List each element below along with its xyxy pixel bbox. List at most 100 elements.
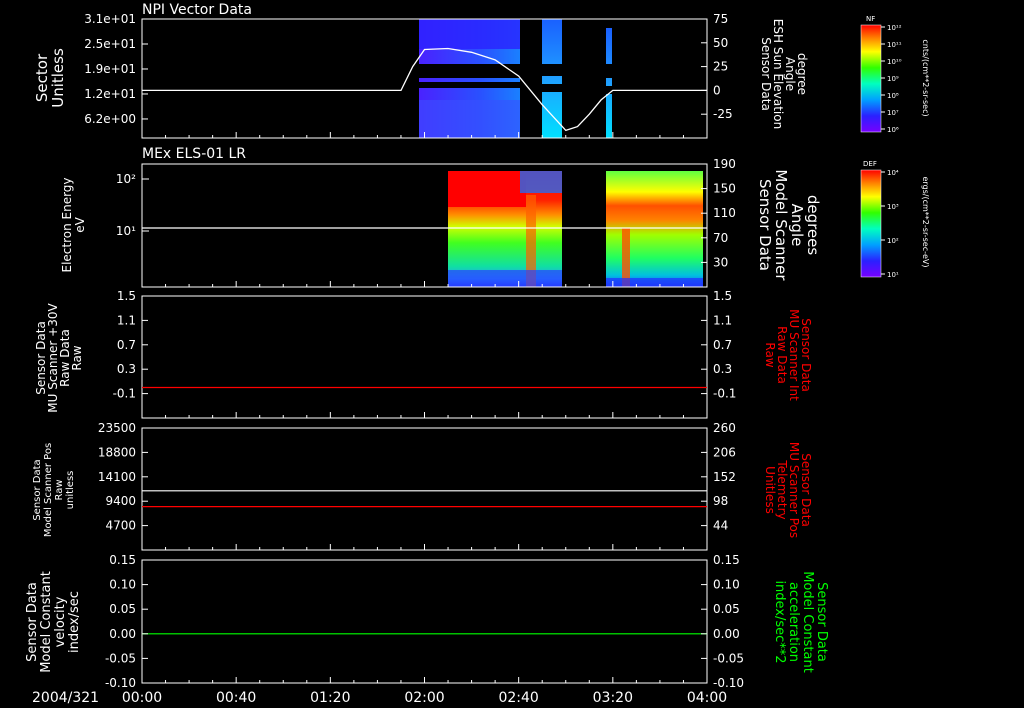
tick-label: 0.3: [117, 362, 136, 376]
colorbar-def-ticks: 10⁴ 10³ 10² 10¹: [881, 169, 899, 279]
ticks-left-npi: 3.1e+01 2.5e+01 1.9e+01 1.2e+01 6.2e+00: [84, 12, 148, 126]
ylabel-left-scanner-pos-2: Raw: [54, 479, 65, 500]
tick-label: 150: [713, 182, 736, 196]
ticks-left-scanner-pos: 23500 18800 14100 9400 4700: [98, 421, 148, 533]
ylabel-right-npi-3: degree: [795, 53, 809, 95]
x-tick-label: 04:00: [687, 690, 727, 706]
x-axis-date: 2004/321: [32, 690, 99, 706]
ylabel-left-model-constant-1: Model Constant: [39, 571, 54, 673]
tick-label: 0.00: [713, 627, 740, 641]
panel-model-constant: 0.15 0.10 0.05 0.00 -0.05 -0.10 0.15 0.10 0.05 0…: [25, 553, 829, 690]
colorbar-def-units: ergs/(cm**2-sr-sec-eV): [921, 176, 930, 267]
colorbar-tick-label: 10¹: [887, 271, 899, 279]
colorbar-nf-units: cnts/(cm**2-sr-sec): [921, 39, 930, 116]
els-spectrogram: [448, 171, 703, 287]
tick-label: 9400: [105, 494, 136, 508]
tick-label: 0.00: [109, 627, 136, 641]
ylabel-right-model-constant-0: Sensor Data: [814, 582, 829, 662]
tick-label: 1.5: [713, 289, 732, 303]
tick-label: 206: [713, 445, 736, 459]
tick-label: 50: [713, 36, 728, 50]
tick-label: 1.1: [713, 313, 732, 327]
colorbar-tick-label: 10⁷: [887, 109, 899, 117]
tick-label: -0.10: [105, 676, 136, 690]
panel-els: MEx ELS-01 LR 10² 10¹ 190 150 110 70 30 Elect…: [60, 146, 930, 288]
tick-label: 30: [713, 255, 728, 269]
tick-label: -0.10: [713, 676, 744, 690]
ylabel-left-model-constant-0: Sensor Data: [25, 582, 40, 662]
x-tick-label: 02:40: [498, 690, 538, 706]
axes-frame-scanner-pos: [141, 427, 708, 551]
ticks-right-scanner-pos: 260 206 152 98 44: [701, 421, 736, 533]
tick-label: 75: [713, 12, 728, 26]
colorbar-tick-label: 10³: [887, 203, 899, 211]
colorbar-nf: [860, 24, 882, 133]
ylabel-right-npi-2: Angle: [783, 57, 797, 91]
ylabel-right-els-2: Angle: [788, 204, 806, 247]
panel-title-els: MEx ELS-01 LR: [142, 146, 246, 162]
tick-label: 260: [713, 421, 736, 435]
tick-label: 25: [713, 60, 728, 74]
colorbar-tick-label: 10⁸: [887, 92, 899, 100]
tick-label: 190: [713, 157, 736, 171]
tick-label: 44: [713, 519, 728, 533]
tick-label: 0.3: [713, 362, 732, 376]
colorbar-tick-label: 10¹⁰: [887, 58, 902, 66]
x-tick-label: 00:40: [216, 690, 256, 706]
tick-label: 1.5: [117, 289, 136, 303]
ylabel-right-els-0: Sensor Data: [756, 179, 774, 271]
ticks-right-npi: 75 50 25 0 -25: [701, 12, 733, 121]
tick-label: 98: [713, 494, 728, 508]
ylabel-left-mu-30v-3: Raw: [70, 345, 84, 370]
tick-label: 0.15: [713, 553, 740, 567]
colorbar-tick-label: 10¹¹: [887, 41, 902, 49]
ylabel-right-els-1: Model Scanner: [772, 169, 790, 281]
colorbar-tick-label: 10²: [887, 237, 899, 245]
tick-label: 0.05: [109, 602, 136, 616]
ticks-right-mu-30v: 1.5 1.1 0.7 0.3 -0.1: [701, 289, 736, 401]
ylabel-left-model-constant-2: velocity: [53, 596, 68, 647]
ticks-left-mu-30v: 1.5 1.1 0.7 0.3 -0.1: [113, 289, 148, 401]
tick-label: 0.05: [713, 602, 740, 616]
x-tick-label: 01:20: [310, 690, 350, 706]
figure: NPI Vector Data 3.1e+01 2.5e+01 1.9e+01 1.2…: [25, 2, 930, 706]
tick-label: 1.2e+01: [84, 87, 136, 101]
x-tick-label: 03:20: [593, 690, 633, 706]
tick-label: 10²: [116, 172, 136, 186]
tick-label: 0.7: [713, 338, 732, 352]
tick-label: 70: [713, 231, 728, 245]
tick-label: 0.7: [117, 338, 136, 352]
tick-label: 0.10: [109, 578, 136, 592]
colorbar-nf-label: NF: [866, 15, 875, 23]
tick-label: 23500: [98, 421, 136, 435]
tick-label: -0.1: [713, 387, 736, 401]
tick-label: 0: [713, 83, 721, 97]
panel-scanner-pos: 23500 18800 14100 9400 4700 260 206 152 98 44 Se…: [32, 421, 813, 551]
tick-label: 2.5e+01: [84, 37, 136, 51]
tick-label: -0.05: [713, 651, 744, 665]
ylabel-right-model-constant-2: acceleration: [786, 582, 801, 662]
axes-frame-model-constant: [141, 559, 708, 684]
axes-frame-mu-30v: [141, 295, 708, 419]
tick-label: 4700: [105, 519, 136, 533]
ylabel-left-els-0: Electron Energy: [60, 177, 74, 272]
ylabel-right-model-constant-1: Model Constant: [800, 571, 815, 673]
colorbar-def: [860, 169, 882, 278]
tick-label: 0.10: [713, 578, 740, 592]
ylabel-right-mu-pos-3: Unitless: [763, 466, 777, 514]
tick-label: 6.2e+00: [84, 112, 136, 126]
tick-label: 10¹: [116, 224, 136, 238]
colorbar-tick-label: 10⁶: [887, 126, 899, 134]
ylabel-right-npi-0: Sensor Data: [759, 37, 773, 111]
ylabel-right-mu-int-3: Raw: [763, 342, 777, 367]
ylabel-left-scanner-pos-0: Sensor Data: [32, 459, 43, 520]
colorbar-def-label: DEF: [863, 160, 877, 168]
tick-label: -0.1: [113, 387, 136, 401]
tick-label: 0.15: [109, 553, 136, 567]
ylabel-right-els-3: degrees: [804, 195, 822, 256]
ylabel-left-scanner-pos-1: Model Scanner Pos: [43, 443, 54, 537]
ylabel-left-model-constant-3: index/sec: [67, 591, 82, 653]
colorbar-tick-label: 10⁹: [887, 75, 899, 83]
x-tick-label: 02:00: [404, 690, 444, 706]
panel-title-npi: NPI Vector Data: [142, 2, 252, 18]
